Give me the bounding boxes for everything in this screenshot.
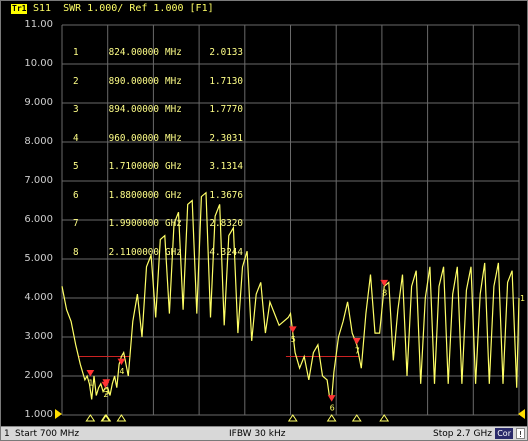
marker-row[interactable]: 2 890.00000 MHz 1.7130 [73,75,243,87]
marker-row[interactable]: 6 1.8800000 GHz 1.3676 [73,189,243,201]
marker-number: 6 [73,189,79,201]
y-tick-label: 3.000 [24,331,53,342]
y-tick-label: 6.000 [24,214,53,225]
marker-axis-triangle-icon [85,414,96,422]
y-tick-label: 5.000 [24,253,53,264]
marker-frequency: 2.1100000 [108,246,159,258]
y-tick-label: 2.000 [24,370,53,381]
marker-frequency: 1.9900000 [108,218,159,229]
trace-end-label: 1 [520,294,525,303]
y-tick-label: 11.00 [24,19,53,30]
status-bar: 1 Start 700 MHz IFBW 30 kHz Stop 2.7 GHz… [1,426,527,440]
marker-row[interactable]: 7 1.9900000 GHz 2.8320 [73,219,243,229]
reference-level-left-arrow-icon[interactable] [55,409,62,419]
marker-unit: GHz [165,161,182,172]
marker-number: 8 [73,246,79,258]
marker-value: 2.8320 [209,218,243,229]
marker-label: 4 [119,367,124,376]
warning-icon[interactable]: ! [516,428,525,439]
marker-label: 3 [104,388,109,397]
vna-screen: 1 2 3 4 5 6 7 8 1 Tr1 S11 SWR 1.000/ Ref 1.000 [… [0,0,528,441]
marker-value: 1.7130 [209,75,243,87]
trace-header: Tr1 S11 SWR 1.000/ Ref 1.000 [F1] [1,1,527,17]
marker-frequency: 890.00000 [108,75,159,87]
marker-row[interactable]: 1 824.00000 MHz 2.0133 [73,48,243,58]
marker-label: 6 [330,404,335,413]
marker-number: 3 [73,104,79,115]
y-tick-label: 1.000 [24,409,53,420]
marker-frequency: 894.00000 [108,104,159,115]
marker-unit: MHz [165,132,182,144]
trace-tag[interactable]: Tr1 [11,4,28,14]
marker-number: 4 [73,132,79,144]
marker-value: 1.3676 [209,189,243,201]
marker-label: 8 [382,288,387,297]
start-frequency[interactable]: Start 700 MHz [15,427,79,440]
marker-axis-triangle-icon [287,414,298,422]
marker-table: 1 824.00000 MHz 2.0133 2 890.00000 MHz 1.7130 … [73,29,243,276]
stop-frequency[interactable]: Stop 2.7 GHz [433,427,492,440]
marker-value: 2.3031 [209,132,243,144]
marker-axis-triangle-icon [351,414,362,422]
marker-unit: GHz [165,246,182,258]
marker-number: 7 [73,218,79,229]
reference-level-right-arrow-icon[interactable] [518,409,525,419]
marker-label: 7 [355,347,360,356]
marker-value: 2.0133 [209,47,243,58]
if-bandwidth[interactable]: IFBW 30 kHz [229,427,285,440]
marker-value: 4.3244 [209,246,243,258]
marker-row[interactable]: 3 894.00000 MHz 1.7770 [73,105,243,115]
trace-parameter-label[interactable]: S11 SWR 1.000/ Ref 1.000 [F1] [33,1,214,17]
y-tick-label: 10.00 [24,58,53,69]
marker-flag [327,395,336,402]
marker-unit: MHz [165,104,182,115]
marker-frequency: 824.00000 [108,47,159,58]
correction-status-badge[interactable]: Cor [495,428,513,439]
marker-value: 1.7770 [209,104,243,115]
marker-number: 1 [73,47,79,58]
marker-label: 5 [291,335,296,344]
marker-frequency: 1.8800000 [108,189,159,201]
marker-row[interactable]: 8 2.1100000 GHz 4.3244 [73,246,243,258]
marker-row[interactable]: 5 1.7100000 GHz 3.1314 [73,162,243,172]
marker-frequency: 960.00000 [108,132,159,144]
marker-row[interactable]: 4 960.00000 MHz 2.3031 [73,132,243,144]
marker-flag [352,338,361,345]
marker-value: 3.1314 [209,161,243,172]
y-tick-label: 4.000 [24,292,53,303]
marker-unit: GHz [165,189,182,201]
marker-axis-triangle-icon [116,414,127,422]
marker-axis-triangle-icon [379,414,390,422]
marker-number: 5 [73,161,79,172]
marker-unit: MHz [165,75,182,87]
marker-unit: MHz [165,47,182,58]
marker-number: 2 [73,75,79,87]
marker-flag [86,369,95,377]
channel-number[interactable]: 1 [4,427,10,440]
y-tick-label: 7.000 [24,175,53,186]
y-tick-label: 9.000 [24,97,53,108]
marker-axis-triangle-icon [326,414,337,422]
y-tick-label: 8.000 [24,136,53,147]
marker-frequency: 1.7100000 [108,161,159,172]
marker-label: 1 [88,378,93,387]
marker-unit: GHz [165,218,182,229]
